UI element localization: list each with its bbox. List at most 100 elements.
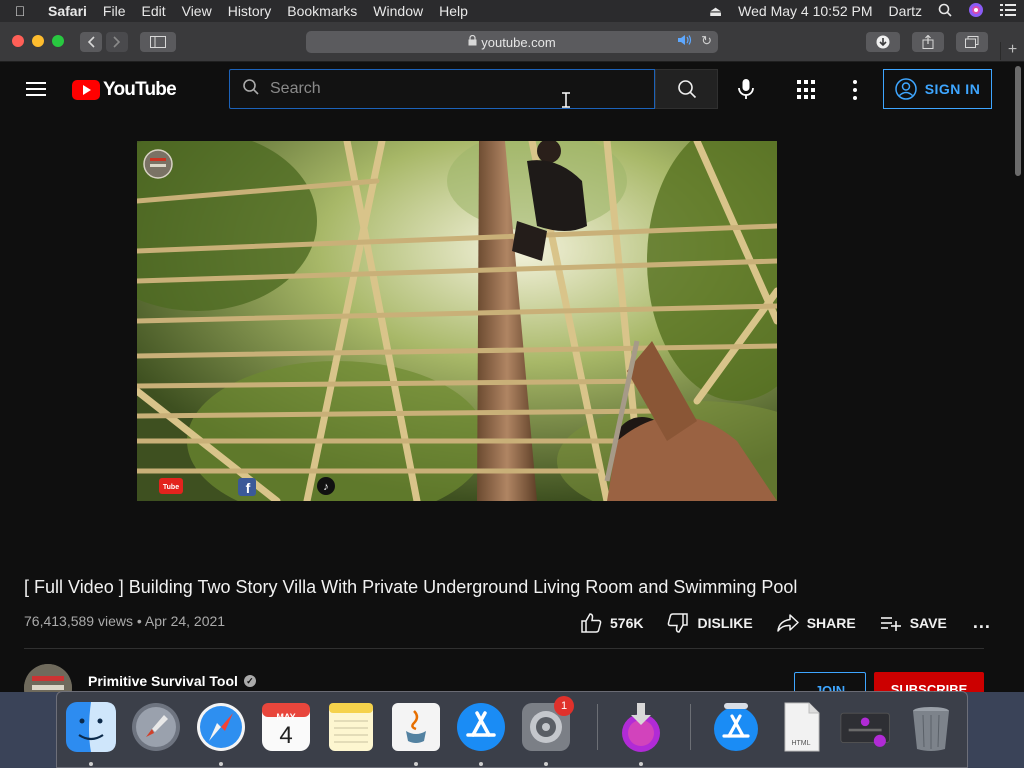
dock: MAY 4 1 HTML xyxy=(56,691,968,768)
forward-button[interactable] xyxy=(106,32,128,52)
menu-view[interactable]: View xyxy=(174,3,220,19)
like-button[interactable]: 576K xyxy=(580,612,644,633)
finder-icon[interactable] xyxy=(65,700,117,754)
siri-icon[interactable] xyxy=(960,2,992,21)
java-running-dot xyxy=(414,762,418,766)
close-window-button[interactable] xyxy=(12,35,24,47)
sign-in-button[interactable]: SIGN IN xyxy=(883,69,992,109)
system-preferences-badge: 1 xyxy=(554,696,574,716)
installer-window-thumbnail[interactable] xyxy=(840,700,892,754)
verified-check-icon: ✓ xyxy=(243,675,256,687)
youtube-logo[interactable]: YouTube xyxy=(72,79,177,101)
reload-icon[interactable]: ↻ xyxy=(701,33,712,49)
hamburger-menu-icon[interactable] xyxy=(26,82,46,96)
search-submit-icon xyxy=(677,80,696,99)
youtube-page: YouTube SIGN IN xyxy=(0,62,1012,692)
svg-text:Tube: Tube xyxy=(163,484,179,491)
search-box[interactable] xyxy=(229,69,655,109)
share-icon[interactable] xyxy=(912,32,944,52)
microphone-icon[interactable] xyxy=(735,78,757,100)
app-store-downloads-icon[interactable] xyxy=(710,700,762,754)
youtube-play-icon xyxy=(72,80,100,100)
html-file-icon[interactable]: HTML xyxy=(775,700,827,754)
menu-file[interactable]: File xyxy=(95,3,134,19)
zoom-window-button[interactable] xyxy=(52,35,64,47)
installer-running-dot xyxy=(639,762,643,766)
subscribe-button[interactable]: SUBSCRIBE xyxy=(874,672,984,692)
notes-icon[interactable] xyxy=(325,700,377,754)
tiktok-watermark-icon: ♪ xyxy=(317,477,335,498)
page-scrollbar[interactable] xyxy=(1012,62,1024,692)
search-button[interactable] xyxy=(655,69,718,109)
speaker-icon[interactable] xyxy=(678,34,692,49)
menu-window[interactable]: Window xyxy=(365,3,431,19)
launchpad-icon[interactable] xyxy=(130,700,182,754)
channel-name-row[interactable]: Primitive Survival Tool ✓ xyxy=(88,673,256,689)
safari-running-dot xyxy=(219,762,223,766)
playlist-add-icon xyxy=(880,616,901,631)
channel-name[interactable]: Primitive Survival Tool xyxy=(88,673,238,689)
app-store-icon[interactable] xyxy=(455,700,507,754)
menu-edit[interactable]: Edit xyxy=(133,3,173,19)
menu-history[interactable]: History xyxy=(220,3,280,19)
java-icon[interactable] xyxy=(390,700,442,754)
share-button[interactable]: SHARE xyxy=(776,613,856,632)
publish-date: Apr 24, 2021 xyxy=(144,613,226,629)
svg-text:♪: ♪ xyxy=(323,481,329,493)
more-actions-button[interactable]: ... xyxy=(973,612,991,633)
trash-icon[interactable] xyxy=(905,700,957,754)
finder-running-dot xyxy=(89,762,93,766)
dislike-button[interactable]: DISLIKE xyxy=(667,612,753,633)
scrollbar-thumb[interactable] xyxy=(1015,66,1021,176)
tab-overview-icon[interactable] xyxy=(956,32,988,52)
search-icon xyxy=(240,78,262,101)
menu-bookmarks[interactable]: Bookmarks xyxy=(279,3,365,19)
menu-user[interactable]: Dartz xyxy=(881,3,930,19)
channel-avatar[interactable] xyxy=(24,664,72,692)
safari-dock-icon[interactable] xyxy=(195,700,247,754)
join-button[interactable]: JOIN xyxy=(794,672,866,692)
account-icon xyxy=(894,78,917,100)
url-bar[interactable]: youtube.com ↻ xyxy=(306,31,718,53)
share-label: SHARE xyxy=(806,614,856,631)
thumbs-up-icon xyxy=(581,612,602,633)
svg-text:f: f xyxy=(246,480,251,496)
calendar-icon[interactable]: MAY 4 xyxy=(260,700,312,754)
installer-icon[interactable] xyxy=(615,700,667,754)
control-center-icon[interactable] xyxy=(992,3,1024,19)
sidebar-toggle-button[interactable] xyxy=(140,32,176,52)
facebook-watermark-icon: f xyxy=(238,478,256,499)
text-cursor-icon xyxy=(561,92,571,108)
downloads-button[interactable] xyxy=(866,32,900,52)
video-player[interactable]: Tube f ♪ xyxy=(137,141,777,501)
apple-icon[interactable]:  xyxy=(0,3,40,19)
meta-separator: • xyxy=(136,613,142,629)
settings-more-icon[interactable] xyxy=(852,80,858,100)
minimize-window-button[interactable] xyxy=(32,35,44,47)
eject-icon[interactable]: ⏏ xyxy=(701,3,730,20)
like-count: 576K xyxy=(610,614,644,631)
search-input[interactable] xyxy=(270,80,630,98)
apps-grid-icon[interactable] xyxy=(797,80,817,100)
back-button[interactable] xyxy=(80,32,102,52)
share-arrow-icon xyxy=(776,613,799,632)
system-preferences-icon[interactable]: 1 xyxy=(520,696,574,754)
lock-icon xyxy=(468,34,477,49)
app-store-running-dot xyxy=(479,762,483,766)
menu-app-name[interactable]: Safari xyxy=(40,3,95,19)
menu-clock[interactable]: Wed May 4 10:52 PM xyxy=(730,3,880,19)
spotlight-icon[interactable] xyxy=(930,3,960,20)
system-preferences-running-dot xyxy=(544,762,548,766)
new-tab-icon[interactable]: + xyxy=(1000,42,1024,60)
divider xyxy=(24,648,984,649)
dock-separator-2 xyxy=(690,704,691,750)
menu-help[interactable]: Help xyxy=(431,3,476,19)
youtube-watermark-icon: Tube xyxy=(159,478,183,497)
dislike-label: DISLIKE xyxy=(697,614,753,631)
video-title: [ Full Video ] Building Two Story Villa … xyxy=(24,577,798,597)
url-text: youtube.com xyxy=(481,34,556,50)
video-frame xyxy=(137,141,777,501)
video-actions: 576K DISLIKE SHARE SAVE ... xyxy=(580,612,991,633)
calendar-month: MAY xyxy=(276,712,296,722)
save-button[interactable]: SAVE xyxy=(880,615,947,631)
